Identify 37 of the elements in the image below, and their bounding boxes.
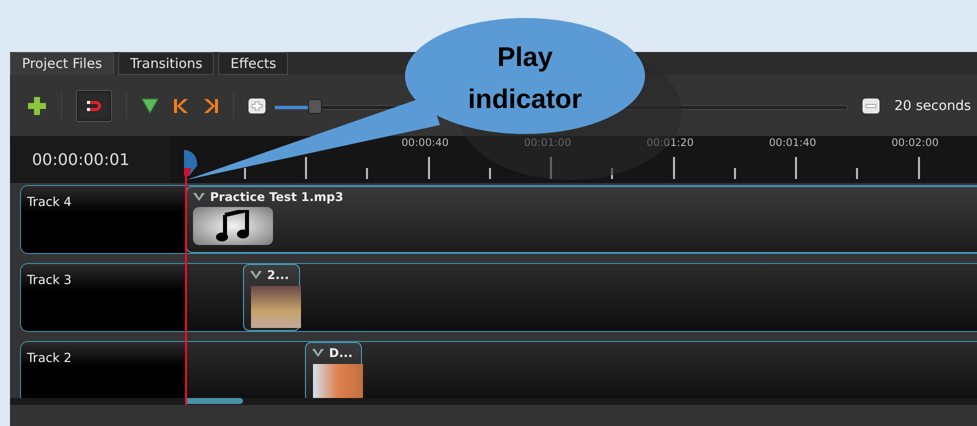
tab[interactable]: Effects: [218, 52, 288, 75]
ruler-label: 00:02:00: [892, 137, 939, 149]
clip-title: 2...: [267, 268, 290, 282]
track-name: Track 2: [27, 350, 72, 365]
callout-text: Play indicator: [466, 41, 583, 116]
zoom-label: 20 seconds: [894, 98, 971, 114]
add-icon[interactable]: [27, 96, 47, 116]
ruler-label: 00:01:20: [646, 137, 694, 149]
music-note-icon[interactable]: [216, 210, 250, 242]
dropdown-caret-icon[interactable]: [193, 193, 205, 201]
dropdown-caret-icon[interactable]: [312, 349, 324, 357]
track-header[interactable]: Track 3: [21, 264, 186, 331]
ruler-label: 00:00:40: [402, 137, 449, 149]
ruler-label: 00:01:40: [769, 137, 816, 149]
clip[interactable]: 2...: [243, 264, 300, 331]
tab[interactable]: Project Files: [10, 52, 114, 75]
track-name: Track 4: [27, 194, 72, 209]
playhead-marker-icon[interactable]: [183, 148, 199, 176]
clip-title: Practice Test 1.mp3: [210, 190, 344, 204]
clip[interactable]: Practice Test 1.mp3: [186, 186, 977, 253]
current-time: 00:00:00:01: [31, 149, 131, 171]
jump-start-icon[interactable]: [173, 98, 189, 114]
tab[interactable]: Transitions: [118, 52, 214, 75]
scrollbar-thumb[interactable]: [185, 398, 243, 404]
marker-icon[interactable]: [141, 98, 159, 114]
photo-placeholder: [251, 286, 301, 328]
track-name: Track 3: [27, 272, 72, 287]
track-header[interactable]: Track 4: [21, 186, 186, 253]
jump-end-icon[interactable]: [203, 98, 219, 114]
slider-thumb[interactable]: [308, 98, 322, 114]
ruler-label: 00:01:00: [524, 137, 572, 149]
magnet-button[interactable]: [76, 90, 112, 122]
zoom-in-icon[interactable]: [248, 98, 266, 114]
clip-title: D...: [329, 346, 353, 360]
dropdown-caret-icon[interactable]: [250, 271, 262, 279]
zoom-out-icon[interactable]: [862, 98, 880, 114]
magnet-icon[interactable]: [86, 100, 102, 112]
